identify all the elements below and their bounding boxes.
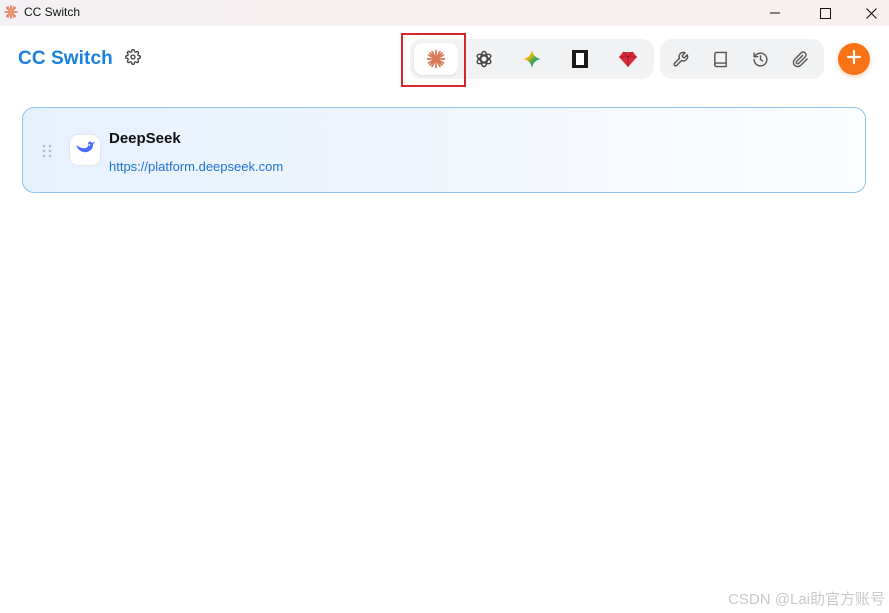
tab-claude[interactable] — [414, 43, 458, 75]
paperclip-icon — [792, 50, 809, 68]
docs-button[interactable] — [700, 43, 740, 75]
deepseek-icon — [74, 139, 96, 162]
window-title: CC Switch — [24, 5, 81, 19]
ruby-icon — [618, 49, 638, 69]
app-logo-icon — [4, 5, 18, 19]
tab-ruby[interactable] — [606, 43, 650, 75]
wrench-icon — [672, 51, 689, 68]
claude-icon — [426, 49, 446, 69]
app-switcher — [410, 39, 654, 79]
attach-button[interactable] — [780, 43, 820, 75]
tab-gemini[interactable] — [510, 43, 554, 75]
book-icon — [712, 51, 729, 68]
plus-icon — [846, 49, 862, 70]
openai-icon — [474, 49, 494, 69]
opencode-icon — [571, 49, 589, 69]
tab-openai[interactable] — [462, 43, 506, 75]
gemini-icon — [522, 49, 542, 69]
drag-handle-icon[interactable] — [41, 143, 53, 159]
provider-name: DeepSeek — [109, 130, 181, 147]
minimize-button[interactable] — [752, 0, 798, 26]
app-brand-title: CC Switch — [18, 48, 113, 69]
provider-logo — [69, 134, 101, 166]
add-provider-button[interactable] — [838, 43, 870, 75]
wrench-button[interactable] — [660, 43, 700, 75]
title-bar: CC Switch — [0, 0, 889, 26]
provider-card[interactable]: DeepSeek https://platform.deepseek.com — [22, 107, 866, 193]
history-icon — [752, 51, 769, 68]
provider-url-link[interactable]: https://platform.deepseek.com — [109, 159, 283, 174]
tools-toolbar — [660, 39, 824, 79]
maximize-button[interactable] — [802, 0, 848, 26]
close-button[interactable] — [848, 0, 889, 26]
gear-icon — [125, 48, 141, 70]
tab-opencode[interactable] — [558, 43, 602, 75]
watermark: CSDN @Lai助官方账号 — [728, 591, 885, 608]
history-button[interactable] — [740, 43, 780, 75]
settings-button[interactable] — [123, 48, 143, 70]
